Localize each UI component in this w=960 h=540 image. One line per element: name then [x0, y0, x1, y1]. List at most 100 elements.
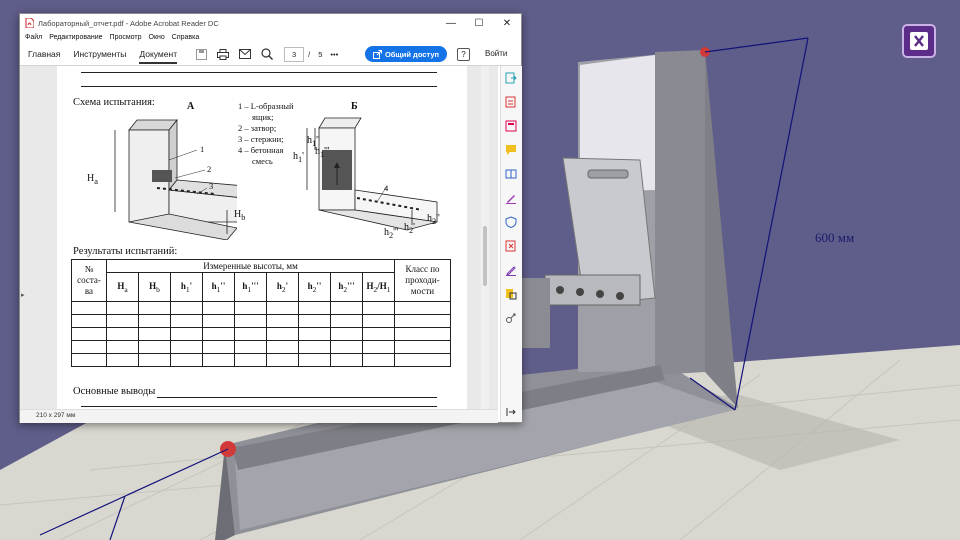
- table-cell: [330, 340, 363, 354]
- dimension-label-600mm: 600 мм: [815, 230, 855, 245]
- table-cell: [202, 340, 235, 354]
- height-col-header: h1': [170, 272, 203, 302]
- table-cell: [106, 314, 139, 328]
- table-cell: [362, 327, 395, 341]
- share-button[interactable]: Общий доступ: [365, 46, 447, 62]
- exit-app-button[interactable]: [902, 24, 936, 58]
- table-cell: [106, 327, 139, 341]
- close-button[interactable]: ✕: [493, 18, 521, 29]
- page-size-label: 210 x 297 мм: [36, 412, 76, 419]
- comment-icon[interactable]: [505, 144, 517, 156]
- combine-files-icon[interactable]: [505, 168, 517, 180]
- table-row: [71, 353, 451, 367]
- minimize-button[interactable]: —: [437, 18, 465, 29]
- table-row: [71, 340, 451, 354]
- table-cell: [330, 301, 363, 315]
- menu-view[interactable]: Просмотр: [110, 34, 142, 41]
- fig-a-marker-2: 2: [207, 164, 212, 174]
- save-icon[interactable]: [193, 47, 209, 61]
- height-col-header: h1'': [202, 272, 235, 302]
- fig-a-ha: Ha: [87, 173, 98, 186]
- tab-home[interactable]: Главная: [28, 44, 60, 64]
- height-col-header: h1''': [234, 272, 267, 302]
- document-viewport[interactable]: Схема испытания: А Б 1 – L-образный ящик…: [20, 66, 498, 409]
- table-cell: [138, 353, 171, 367]
- print-icon[interactable]: [215, 47, 231, 61]
- class-header: Класс по проходи- мости: [394, 259, 451, 302]
- toolbar: Главная Инструменты Документ 3 / 5 ••• О…: [20, 43, 521, 66]
- height-col-header: h2': [266, 272, 299, 302]
- left-panel-toggle[interactable]: ▸: [21, 291, 25, 299]
- send-signature-icon[interactable]: [505, 264, 517, 276]
- acrobat-reader-window: Лабораторный_отчет.pdf - Adobe Acrobat R…: [19, 13, 522, 423]
- protect-icon[interactable]: [505, 216, 517, 228]
- results-table: № соста- ва Измеренные высоты, мм Класс …: [71, 259, 451, 367]
- status-bar: 210 x 297 мм: [20, 409, 498, 423]
- tab-tools[interactable]: Инструменты: [73, 44, 126, 64]
- table-cell: [170, 301, 203, 315]
- table-row: [71, 327, 451, 341]
- fig-b-h1-prime: h1': [293, 151, 304, 164]
- height-col-header: h2'': [298, 272, 331, 302]
- optimize-pdf-icon[interactable]: [505, 240, 517, 252]
- table-cell: [138, 301, 171, 315]
- tab-document[interactable]: Документ: [139, 44, 178, 64]
- table-cell: [362, 353, 395, 367]
- fig-b-h2-triple-prime: h2''': [384, 227, 399, 240]
- table-cell: [298, 353, 331, 367]
- email-icon[interactable]: [237, 47, 253, 61]
- table-cell: [71, 314, 107, 328]
- results-title: Результаты испытаний:: [73, 246, 178, 257]
- legend-line-4: 3 – стержни;: [238, 134, 284, 144]
- table-cell: [234, 301, 267, 315]
- maximize-button[interactable]: ☐: [465, 18, 493, 29]
- menu-file[interactable]: Файл: [25, 34, 42, 41]
- collapse-rail-icon[interactable]: [505, 406, 517, 418]
- table-cell: [234, 340, 267, 354]
- legend-line-3: 2 – затвор;: [238, 123, 277, 133]
- create-pdf-icon[interactable]: [505, 96, 517, 108]
- table-cell: [298, 301, 331, 315]
- pdf-file-icon: [25, 18, 34, 28]
- height-col-header: H2/H1: [362, 272, 395, 302]
- table-cell: [394, 314, 451, 328]
- zoom-search-icon[interactable]: [259, 47, 275, 61]
- menu-edit[interactable]: Редактирование: [49, 34, 102, 41]
- table-cell: [266, 340, 299, 354]
- table-cell: [394, 327, 451, 341]
- fig-b-marker-4: 4: [384, 183, 389, 193]
- table-cell: [394, 301, 451, 315]
- more-tools-icon[interactable]: [505, 312, 517, 324]
- pdf-page: Схема испытания: А Б 1 – L-образный ящик…: [57, 66, 467, 409]
- more-tools-icon[interactable]: •••: [330, 50, 338, 59]
- fig-b-h1-triple-prime: h1''': [315, 146, 330, 159]
- table-cell: [106, 353, 139, 367]
- figure-b-diagram: [306, 117, 438, 231]
- vertical-scrollbar[interactable]: [481, 66, 489, 409]
- fig-b-h2-prime: h2': [404, 222, 415, 235]
- table-cell: [234, 327, 267, 341]
- table-cell: [266, 327, 299, 341]
- table-cell: [138, 340, 171, 354]
- table-cell: [298, 327, 331, 341]
- table-cell: [394, 340, 451, 354]
- help-button[interactable]: ?: [457, 48, 470, 61]
- page-number-input[interactable]: 3: [284, 46, 305, 62]
- table-cell: [298, 314, 331, 328]
- edit-pdf-icon[interactable]: [505, 120, 517, 132]
- menu-window[interactable]: Окно: [149, 34, 165, 41]
- table-cell: [202, 314, 235, 328]
- measured-heights-header: Измеренные высоты, мм: [106, 259, 395, 273]
- menu-help[interactable]: Справка: [172, 34, 199, 41]
- scheme-title: Схема испытания:: [73, 97, 155, 108]
- table-cell: [362, 340, 395, 354]
- window-title: Лабораторный_отчет.pdf - Adobe Acrobat R…: [38, 18, 219, 28]
- table-cell: [170, 327, 203, 341]
- table-row: [71, 301, 451, 315]
- table-cell: [234, 353, 267, 367]
- fill-sign-icon[interactable]: [505, 192, 517, 204]
- table-cell: [266, 314, 299, 328]
- organize-pages-icon[interactable]: [505, 288, 517, 300]
- login-button[interactable]: Войти: [485, 49, 507, 58]
- export-pdf-icon[interactable]: [505, 72, 517, 84]
